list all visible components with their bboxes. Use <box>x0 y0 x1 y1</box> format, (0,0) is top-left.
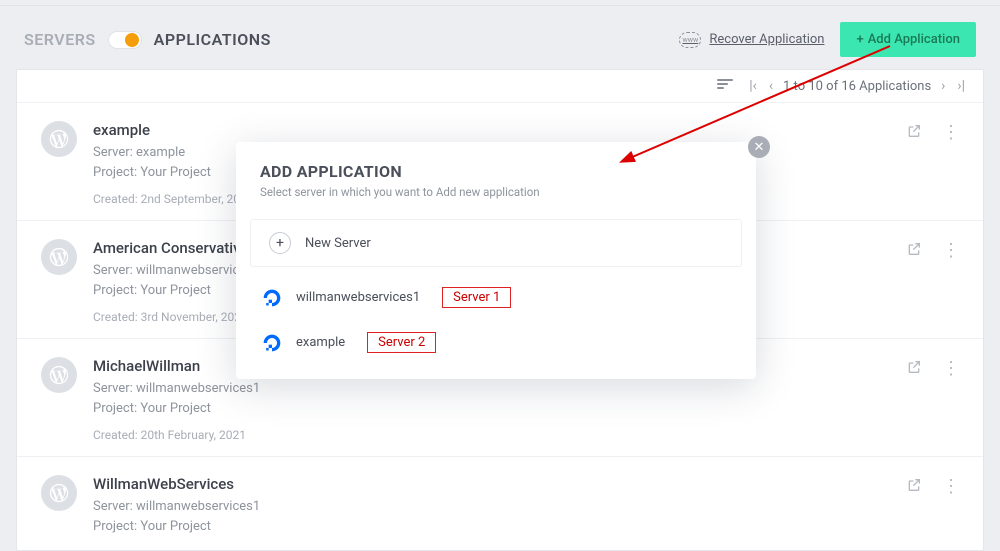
modal-title: ADD APPLICATION <box>260 162 732 181</box>
new-server-option[interactable]: + New Server <box>250 219 742 267</box>
row-actions: ⋮ <box>906 357 959 379</box>
annotation-box: Server 1 <box>442 287 511 308</box>
pagination: |‹ ‹ 1 to 10 of 16 Applications › ›| <box>747 78 967 94</box>
view-toggle: SERVERS APPLICATIONS <box>24 30 271 49</box>
pager-next-icon[interactable]: › <box>939 78 947 94</box>
modal-server-list: + New Server willmanwebservices1 Server … <box>236 213 756 379</box>
app-created: Created: 20th February, 2021 <box>93 428 890 442</box>
digitalocean-icon <box>262 288 282 308</box>
page-header: SERVERS APPLICATIONS www Recover Applica… <box>0 6 1000 69</box>
app-project-line: Project: Your Project <box>93 399 890 419</box>
more-menu-icon[interactable]: ⋮ <box>942 124 959 142</box>
open-external-icon[interactable] <box>906 477 922 497</box>
app-name: example <box>93 121 890 139</box>
recover-label: Recover Application <box>709 32 824 47</box>
pager-last-icon[interactable]: ›| <box>955 78 967 94</box>
panel-toolbar: |‹ ‹ 1 to 10 of 16 Applications › ›| <box>17 70 983 103</box>
toggle-switch[interactable] <box>108 31 142 49</box>
row-actions: ⋮ <box>906 475 959 497</box>
app-meta: WillmanWebServices Server: willmanwebser… <box>93 475 890 536</box>
tab-servers[interactable]: SERVERS <box>24 30 96 49</box>
tab-applications[interactable]: APPLICATIONS <box>154 30 271 49</box>
new-server-label: New Server <box>305 236 371 251</box>
modal-subtitle: Select server in which you want to Add n… <box>260 185 732 199</box>
sort-icon[interactable] <box>717 79 735 93</box>
app-server-line: Server: willmanwebservices1 <box>93 497 890 517</box>
toggle-knob <box>125 33 139 47</box>
server-option[interactable]: willmanwebservices1 Server 1 <box>244 275 748 320</box>
server-name: willmanwebservices1 <box>296 290 420 305</box>
www-icon: www <box>679 32 701 48</box>
server-option[interactable]: example Server 2 <box>244 320 748 365</box>
plus-circle-icon: + <box>269 232 291 254</box>
more-menu-icon[interactable]: ⋮ <box>942 360 959 378</box>
more-menu-icon[interactable]: ⋮ <box>942 478 959 496</box>
row-actions: ⋮ <box>906 121 959 143</box>
list-item[interactable]: WillmanWebServices Server: willmanwebser… <box>17 457 983 550</box>
recover-application-link[interactable]: www Recover Application <box>679 32 824 48</box>
digitalocean-icon <box>262 333 282 353</box>
wordpress-icon <box>41 357 77 393</box>
pager-prev-icon[interactable]: ‹ <box>767 78 775 94</box>
add-application-modal: ✕ ADD APPLICATION Select server in which… <box>236 142 756 379</box>
wordpress-icon <box>41 121 77 157</box>
pager-first-icon[interactable]: |‹ <box>747 78 759 94</box>
wordpress-icon <box>41 239 77 275</box>
add-application-button[interactable]: + Add Application <box>840 22 976 57</box>
open-external-icon[interactable] <box>906 123 922 143</box>
app-server-line: Server: willmanwebservices1 <box>93 379 890 399</box>
wordpress-icon <box>41 475 77 511</box>
app-project-line: Project: Your Project <box>93 517 890 537</box>
open-external-icon[interactable] <box>906 241 922 261</box>
server-name: example <box>296 335 345 350</box>
app-name: WillmanWebServices <box>93 475 890 493</box>
modal-header: ADD APPLICATION Select server in which y… <box>236 142 756 213</box>
plus-icon: + <box>856 32 863 47</box>
more-menu-icon[interactable]: ⋮ <box>942 242 959 260</box>
header-actions: www Recover Application + Add Applicatio… <box>679 22 976 57</box>
pagination-text: 1 to 10 of 16 Applications <box>783 79 931 94</box>
annotation-box: Server 2 <box>367 332 436 353</box>
open-external-icon[interactable] <box>906 359 922 379</box>
add-button-label: Add Application <box>868 32 960 47</box>
row-actions: ⋮ <box>906 239 959 261</box>
close-icon[interactable]: ✕ <box>748 136 770 158</box>
